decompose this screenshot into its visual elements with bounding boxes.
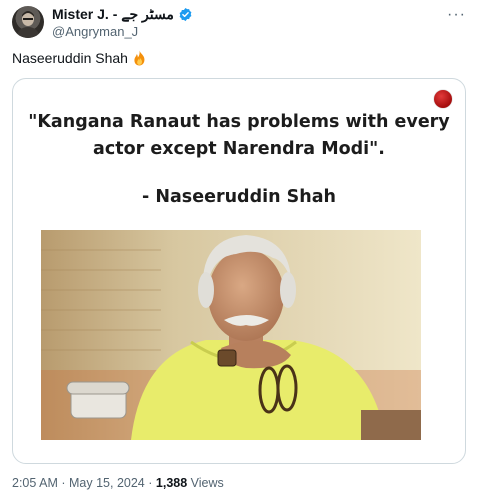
tweet-meta: 2:05 AM · May 15, 2024 · 1,388 Views (12, 476, 224, 490)
author-name-row[interactable]: Mister J. - مسٹر جے (52, 6, 193, 23)
verified-badge-icon (179, 7, 192, 22)
tweet-date[interactable]: May 15, 2024 (69, 476, 145, 490)
telephone-shape (66, 381, 130, 419)
portrait-photo (41, 230, 421, 440)
quote-attribution: - Naseeruddin Shah (142, 187, 336, 207)
more-options-icon[interactable]: ··· (447, 6, 466, 24)
views-label: Views (190, 476, 224, 490)
tweet-time[interactable]: 2:05 AM (12, 476, 58, 490)
meta-separator: · (61, 476, 66, 490)
tweet-text: Naseeruddin Shah (12, 50, 147, 66)
quote-text: "Kangana Ranaut has problems with every … (13, 109, 465, 163)
quote-line-1: "Kangana Ranaut has problems with every (28, 112, 450, 132)
views-count: 1,388 (155, 476, 188, 490)
quote-line-2: actor except Narendra Modi". (93, 139, 385, 159)
meta-separator-2: · (148, 476, 153, 490)
author-display-name[interactable]: Mister J. - مسٹر جے (52, 6, 174, 23)
red-dot-logo (434, 90, 452, 108)
image-card[interactable]: "Kangana Ranaut has problems with every … (12, 78, 466, 464)
fire-emoji-icon (134, 50, 145, 66)
avatar[interactable] (12, 6, 44, 38)
tweet-text-content: Naseeruddin Shah (12, 50, 128, 66)
author-handle[interactable]: @Angryman_J (52, 24, 138, 39)
